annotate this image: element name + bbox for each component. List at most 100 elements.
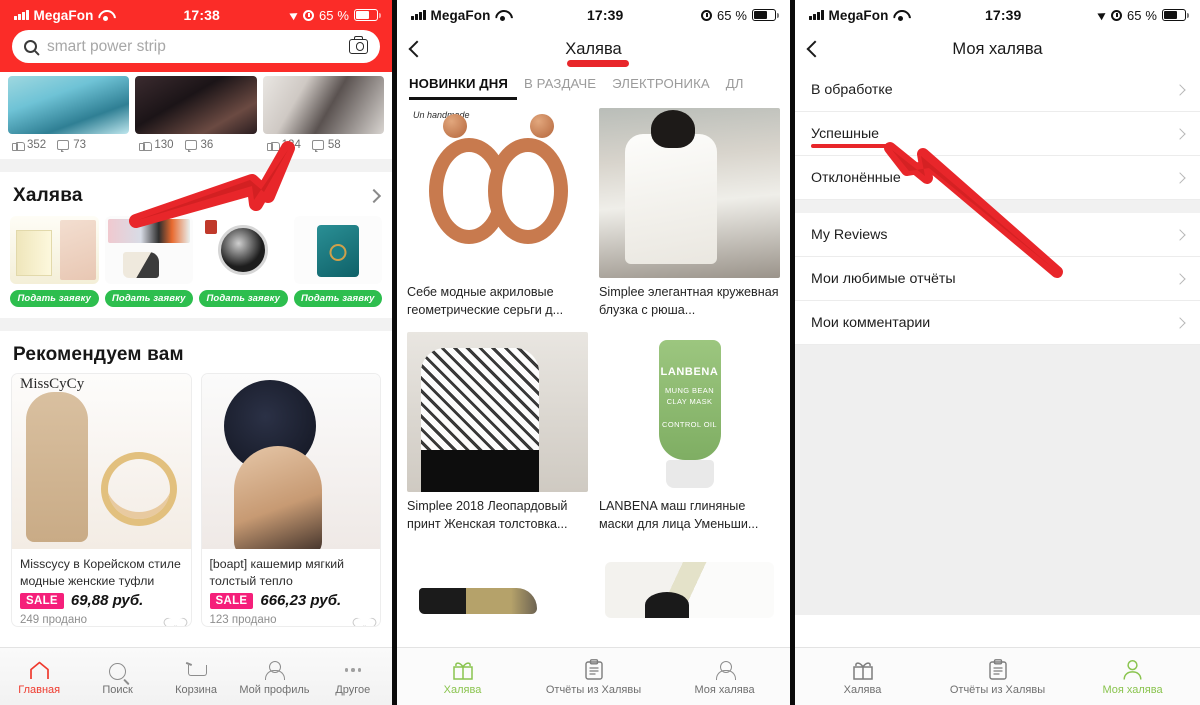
product-grid-row-2: Simplee 2018 Леопардовый принт Женская т…	[397, 320, 790, 534]
tab-home[interactable]: Главная	[0, 658, 78, 696]
menu-item-label: Успешные	[811, 125, 880, 142]
like-icon	[266, 140, 280, 151]
product-card[interactable]	[407, 545, 588, 618]
product-title: Simplee элегантная кружевная блузка с рю…	[599, 285, 779, 317]
tab-vrazdache[interactable]: В РАЗДАЧЕ	[524, 76, 612, 91]
menu-item-favorite-reports[interactable]: Мои любимые отчёты	[795, 257, 1200, 301]
tab-dl[interactable]: ДЛ	[726, 76, 760, 91]
tab-my-halyava[interactable]: Моя халява	[1065, 658, 1200, 696]
wifi-icon	[495, 10, 509, 21]
menu-item-processing[interactable]: В обработке	[795, 68, 1200, 112]
tab-label: Главная	[18, 683, 61, 696]
product-card[interactable]: MissCyCy Misscycy в Корейском стиле модн…	[11, 373, 192, 627]
product-card[interactable]: Simplee 2018 Леопардовый принт Женская т…	[407, 331, 588, 534]
product-image[interactable]	[293, 216, 382, 284]
product-card[interactable]: LANBENA MUNG BEAN CLAY MASK CONTROL OIL …	[599, 331, 780, 534]
feed-item[interactable]: 352 73	[8, 76, 130, 152]
tab-label: Моя халява	[694, 683, 755, 696]
tab-label: Отчёты из Халявы	[949, 683, 1046, 696]
tab-label: Халява	[443, 683, 482, 696]
product-image[interactable]	[201, 374, 380, 549]
tab-more[interactable]: Другое	[314, 658, 392, 696]
section-separator	[0, 159, 392, 172]
tab-reports[interactable]: Отчёты из Халявы	[930, 658, 1065, 696]
tab-halyava[interactable]: Халява	[795, 658, 930, 696]
product-image[interactable]	[199, 216, 288, 284]
battery-label: 65 %	[318, 7, 349, 23]
like-icon	[12, 140, 25, 151]
tab-label: Отчёты из Халявы	[545, 683, 642, 696]
cart-icon	[186, 658, 208, 680]
comment-count: 73	[73, 139, 86, 151]
product-title: Misscycy в Корейском стиле модные женски…	[20, 557, 181, 587]
alarm-icon	[302, 9, 314, 21]
comment-icon	[311, 140, 324, 152]
product-image[interactable]	[104, 216, 193, 284]
earring-stud	[443, 114, 467, 138]
carrier-label: MegaFon	[33, 7, 94, 23]
halyava-item[interactable]: Подать заявку	[10, 216, 99, 307]
feed-image[interactable]	[8, 76, 130, 134]
product-image[interactable]	[407, 545, 588, 618]
menu-item-my-reviews[interactable]: My Reviews	[795, 213, 1200, 257]
apply-button[interactable]: Подать заявку	[104, 290, 193, 307]
apply-button[interactable]: Подать заявку	[199, 290, 288, 307]
search-bar[interactable]: smart power strip	[12, 30, 380, 63]
bottom-tab-bar: Главная Поиск Корзина Мой профиль Другое	[0, 647, 392, 705]
product-image[interactable]	[599, 108, 780, 278]
alarm-icon	[700, 9, 712, 21]
tab-halyava[interactable]: Халява	[397, 658, 528, 696]
halyava-section-header[interactable]: Халява	[0, 172, 392, 216]
tab-cart[interactable]: Корзина	[157, 658, 235, 696]
brand-watermark: MissCyCy	[20, 376, 85, 392]
tab-novinki[interactable]: НОВИНКИ ДНЯ	[409, 76, 524, 91]
feed-item[interactable]: 124 58	[262, 76, 384, 152]
product-grid-row-3	[397, 534, 790, 618]
panel1-header: MegaFon 17:38 65 % smart power strip	[0, 0, 392, 72]
tab-reports[interactable]: Отчёты из Халявы	[528, 658, 659, 696]
location-arrow-icon	[289, 9, 300, 21]
clipboard-icon	[988, 658, 1007, 680]
apply-button[interactable]: Подать заявку	[10, 290, 99, 307]
product-card[interactable]: [boapt] кашемир мягкий толстый тепло Дву…	[200, 373, 381, 627]
halyava-item[interactable]: Подать заявку	[104, 216, 193, 307]
tab-profile[interactable]: Мой профиль	[235, 658, 313, 696]
product-image[interactable]: LANBENA MUNG BEAN CLAY MASK CONTROL OIL	[599, 331, 780, 492]
product-image[interactable]	[407, 331, 588, 492]
tab-electronics[interactable]: ЭЛЕКТРОНИКА	[612, 76, 726, 91]
camera-icon[interactable]	[349, 36, 368, 54]
battery-icon	[752, 9, 779, 21]
halyava-item[interactable]: Подать заявку	[199, 216, 288, 307]
home-icon	[29, 658, 50, 680]
panel-home-feed: MegaFon 17:38 65 % smart power strip 352…	[0, 0, 392, 705]
feed-thumbnail-row: 352 73 130 36 124 58	[0, 72, 392, 152]
favorite-heart-icon[interactable]	[168, 613, 183, 626]
menu-item-rejected[interactable]: Отклонённые	[795, 156, 1200, 200]
annotation-underline	[567, 60, 629, 67]
ellipsis-icon	[344, 658, 362, 680]
product-image[interactable]	[599, 545, 780, 618]
halyava-item[interactable]: Подать заявку	[293, 216, 382, 307]
gift-icon	[852, 658, 874, 680]
apply-button[interactable]: Подать заявку	[293, 290, 382, 307]
menu-item-my-comments[interactable]: Мои комментарии	[795, 301, 1200, 345]
chevron-right-icon[interactable]	[366, 188, 382, 204]
tab-search[interactable]: Поиск	[78, 658, 156, 696]
product-card[interactable]: Un handmade Себе модные акриловые геомет…	[407, 108, 588, 320]
product-card[interactable]: Simplee элегантная кружевная блузка с рю…	[599, 108, 780, 320]
product-image[interactable]: MissCyCy	[12, 374, 191, 549]
product-card[interactable]	[599, 545, 780, 618]
product-image[interactable]: Un handmade	[407, 108, 588, 278]
product-image[interactable]	[10, 216, 99, 284]
search-input[interactable]: smart power strip	[47, 38, 339, 56]
like-count: 124	[281, 139, 301, 151]
feed-item[interactable]: 130 36	[135, 76, 257, 152]
tab-label: Халява	[843, 683, 882, 696]
favorite-heart-icon[interactable]	[357, 613, 372, 626]
feed-image[interactable]	[135, 76, 257, 134]
tab-my-halyava[interactable]: Моя халява	[659, 658, 790, 696]
comment-count: 58	[327, 139, 341, 151]
feed-image[interactable]	[262, 76, 384, 134]
chevron-right-icon	[1174, 83, 1186, 96]
menu-item-successful[interactable]: Успешные	[795, 112, 1200, 156]
